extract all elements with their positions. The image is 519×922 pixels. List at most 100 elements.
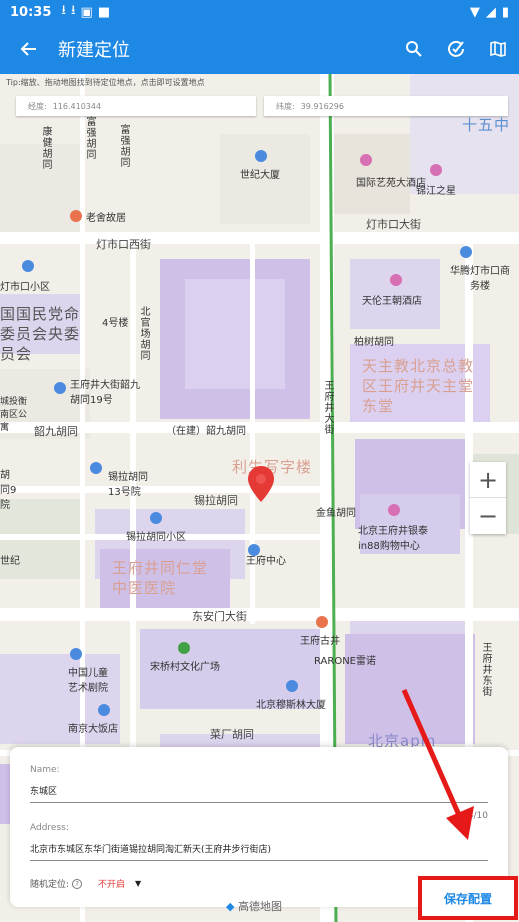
back-arrow-icon (20, 42, 36, 56)
map-label: 中国儿童艺术剧院 (68, 668, 108, 694)
longitude-field[interactable]: 经度: 116.410344 (16, 96, 256, 116)
wifi-icon: ▼ (469, 4, 480, 20)
address-input[interactable]: 北京市东城区东华门街道锡拉胡同淘汇新天(王府井步行街店) (30, 842, 488, 861)
map-label: 北京王府井银泰in88购物中心 (358, 526, 428, 552)
status-bar: 10:35 ⭳ ⭳ ▣ ■ ▼ ◢ ▮ (0, 0, 519, 24)
amap-logo: ◆ 高德地图 (226, 898, 282, 914)
map-label: （在建）韶九胡同 (166, 426, 246, 437)
map-label: 华腾灯市口商务楼 (450, 266, 510, 292)
app-notification-icon: ■ (97, 4, 111, 20)
status-time: 10:35 (10, 4, 52, 20)
map-label: 灯市口小区 (0, 282, 50, 293)
help-icon[interactable]: ? (72, 878, 83, 889)
poi-marker (70, 210, 82, 222)
amap-logo-icon: ◆ (226, 900, 235, 913)
save-config-label: 保存配置 (443, 891, 492, 906)
app-notification-icon: ▣ (80, 4, 93, 20)
road-label: 韶九胡同 (34, 425, 78, 438)
road-label: 王府井大街 (322, 380, 333, 435)
map-label: 王府古井 (300, 636, 340, 647)
poi-marker (70, 648, 82, 660)
address-label: Address: (30, 823, 69, 833)
map-label: 天伦王朝酒店 (362, 296, 422, 307)
random-location-select[interactable]: 不开启 ▼ (98, 877, 141, 890)
poi-marker (460, 246, 472, 258)
map-label: 富强胡同 (118, 124, 129, 168)
road-label: 灯市口大街 (366, 218, 421, 231)
poi-marker (316, 616, 328, 628)
poi-marker (255, 150, 267, 162)
map-label: 4号楼 (102, 318, 129, 329)
map-label: 世纪 (0, 556, 20, 567)
road-label: 东安门大街 (192, 610, 247, 623)
random-location-label: 随机定位: ? (30, 877, 83, 890)
poi-marker (22, 260, 34, 272)
map-label: 柏树胡同 (354, 337, 394, 348)
edit-check-icon (448, 40, 464, 57)
search-button[interactable] (393, 24, 435, 74)
poi-marker (390, 274, 402, 286)
longitude-label: 经度: (28, 101, 47, 111)
zoom-out-button[interactable]: − (470, 498, 506, 534)
dropdown-arrow-icon: ▼ (135, 879, 142, 888)
poi-marker (98, 704, 110, 716)
longitude-value: 116.410344 (52, 101, 102, 111)
app-bar: 新建定位 (0, 24, 519, 74)
map-label: 富强胡同 (84, 116, 95, 160)
map-label: 王府井大街韶九胡同19号 (70, 380, 140, 406)
road-label: 灯市口西街 (96, 238, 151, 251)
signal-icon: ◢ (485, 4, 496, 20)
back-button[interactable] (0, 24, 58, 74)
poi-marker (388, 504, 400, 516)
road-label: 菜厂胡同 (210, 728, 254, 741)
name-label: Name: (30, 765, 60, 775)
battery-icon: ▮ (501, 4, 509, 20)
map-label: 康健胡同 (40, 126, 51, 170)
map-label: 王府中心 (246, 556, 286, 567)
poi-marker (360, 154, 372, 166)
map-label: 北官场胡同 (138, 306, 149, 361)
map-label: 天主教北京总教区王府井天主堂东堂 (362, 357, 475, 415)
zoom-controls: + − (470, 462, 506, 534)
map-label: 北京穆斯林大厦 (256, 700, 326, 711)
map-label: 王府井同仁堂中医医院 (112, 559, 209, 597)
edit-check-button[interactable] (435, 24, 477, 74)
zoom-in-button[interactable]: + (470, 462, 506, 498)
poi-marker (286, 680, 298, 692)
map-label: 胡同9院 (0, 470, 17, 511)
latitude-label: 纬度: (276, 101, 295, 111)
poi-marker (150, 512, 162, 524)
download-icon: ⭳ (61, 3, 66, 18)
latitude-value: 39.916296 (300, 101, 344, 111)
map-label: RARONE雷诺 (314, 656, 377, 667)
location-pin-icon (248, 466, 274, 502)
map-icon (490, 41, 506, 57)
map-tip: Tip:缩放、拖动地图找到待定位地点，点击即可设置地点 (6, 78, 205, 87)
road-label: 金鱼胡同 (316, 508, 356, 519)
save-config-button[interactable]: 保存配置 (418, 876, 518, 920)
map-label: 世纪大厦 (240, 170, 280, 181)
map-label: 老舍故居 (86, 213, 126, 224)
map-label: 锡拉胡同小区 (126, 532, 186, 543)
random-location-text: 随机定位: (30, 880, 70, 890)
map-label: 锦江之星 (416, 186, 456, 197)
download-icon: ⭳ (70, 3, 76, 18)
map-label: 国国民党命委员会央委员会 (0, 305, 81, 363)
poi-marker (90, 462, 102, 474)
name-counter: 3/10 (467, 811, 488, 821)
map-label: 锡拉胡同13号院 (108, 472, 148, 498)
amap-logo-text: 高德地图 (237, 900, 282, 913)
latitude-field[interactable]: 纬度: 39.916296 (264, 96, 508, 116)
poi-marker (178, 642, 190, 654)
map-button[interactable] (477, 24, 519, 74)
map-label: 城投衡南区公寓 (0, 397, 28, 433)
random-location-value: 不开启 (98, 880, 126, 890)
map-label: 十五中 (462, 116, 511, 134)
name-input[interactable]: 东城区 (30, 784, 488, 803)
poi-marker (54, 382, 66, 394)
page-title: 新建定位 (58, 40, 130, 61)
road-label: 锡拉胡同 (194, 494, 238, 507)
map-label: 南京大饭店 (68, 724, 118, 735)
search-icon (406, 41, 422, 57)
road-label: 王府井东街 (480, 642, 491, 697)
